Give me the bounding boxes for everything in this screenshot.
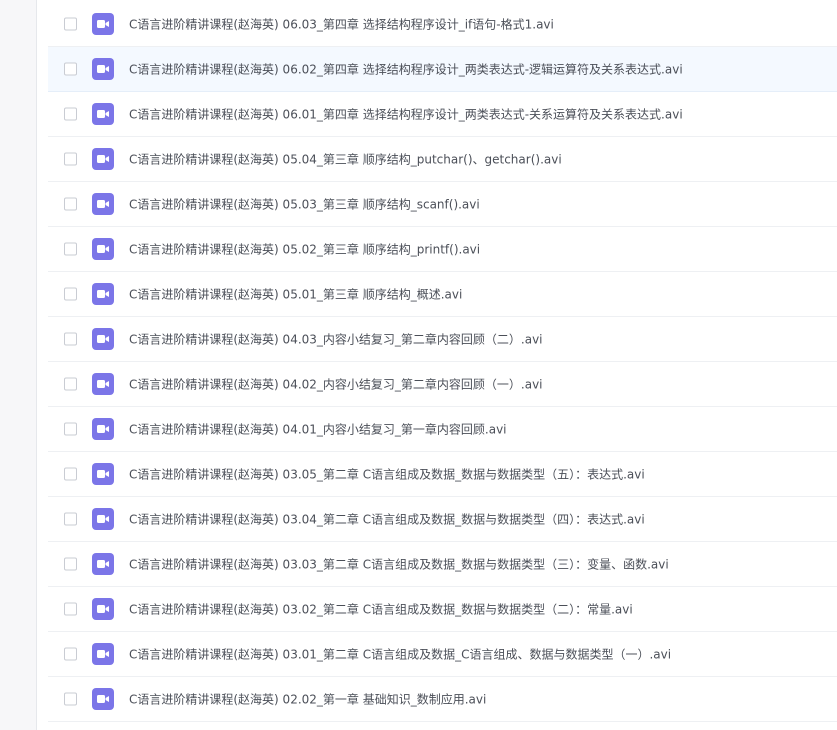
video-file-icon [92,508,114,530]
file-name[interactable]: C语言进阶精讲课程(赵海英) 06.01_第四章 选择结构程序设计_两类表达式-… [129,106,683,123]
video-file-icon [92,643,114,665]
row-checkbox[interactable] [64,647,77,661]
file-row[interactable]: C语言进阶精讲课程(赵海英) 06.01_第四章 选择结构程序设计_两类表达式-… [48,92,837,137]
row-checkbox[interactable] [64,422,77,436]
row-checkbox[interactable] [64,602,77,616]
file-name[interactable]: C语言进阶精讲课程(赵海英) 03.05_第二章 C语言组成及数据_数据与数据类… [129,466,645,483]
video-file-icon [92,373,114,395]
file-row[interactable]: C语言进阶精讲课程(赵海英) 03.03_第二章 C语言组成及数据_数据与数据类… [48,542,837,587]
file-row[interactable]: C语言进阶精讲课程(赵海英) 02.02_第一章 基础知识_数制应用.avi [48,677,837,722]
file-row[interactable]: C语言进阶精讲课程(赵海英) 03.04_第二章 C语言组成及数据_数据与数据类… [48,497,837,542]
row-checkbox[interactable] [64,332,77,346]
video-file-icon [92,463,114,485]
video-file-icon [92,238,114,260]
file-list: C语言进阶精讲课程(赵海英) 06.03_第四章 选择结构程序设计_if语句-格… [48,2,837,722]
file-name[interactable]: C语言进阶精讲课程(赵海英) 02.02_第一章 基础知识_数制应用.avi [129,691,486,708]
video-file-icon [92,328,114,350]
file-name[interactable]: C语言进阶精讲课程(赵海英) 05.02_第三章 顺序结构_printf().a… [129,241,480,258]
video-file-icon [92,553,114,575]
row-checkbox[interactable] [64,557,77,571]
file-name[interactable]: C语言进阶精讲课程(赵海英) 04.02_内容小结复习_第二章内容回顾（一）.a… [129,376,543,393]
file-name[interactable]: C语言进阶精讲课程(赵海英) 06.03_第四章 选择结构程序设计_if语句-格… [129,16,554,33]
file-row[interactable]: C语言进阶精讲课程(赵海英) 05.04_第三章 顺序结构_putchar()、… [48,137,837,182]
row-checkbox[interactable] [64,107,77,121]
file-row[interactable]: C语言进阶精讲课程(赵海英) 03.02_第二章 C语言组成及数据_数据与数据类… [48,587,837,632]
video-file-icon [92,148,114,170]
file-name[interactable]: C语言进阶精讲课程(赵海英) 03.02_第二章 C语言组成及数据_数据与数据类… [129,601,633,618]
file-name[interactable]: C语言进阶精讲课程(赵海英) 04.01_内容小结复习_第一章内容回顾.avi [129,421,507,438]
file-row[interactable]: C语言进阶精讲课程(赵海英) 05.02_第三章 顺序结构_printf().a… [48,227,837,272]
row-checkbox[interactable] [64,512,77,526]
row-checkbox[interactable] [64,62,77,76]
file-name[interactable]: C语言进阶精讲课程(赵海英) 05.03_第三章 顺序结构_scanf().av… [129,196,480,213]
file-manager: C语言进阶精讲课程(赵海英) 06.03_第四章 选择结构程序设计_if语句-格… [0,0,837,730]
file-name[interactable]: C语言进阶精讲课程(赵海英) 05.04_第三章 顺序结构_putchar()、… [129,151,562,168]
file-name[interactable]: C语言进阶精讲课程(赵海英) 03.01_第二章 C语言组成及数据_C语言组成、… [129,646,671,663]
row-checkbox[interactable] [64,17,77,31]
row-checkbox[interactable] [64,467,77,481]
file-name[interactable]: C语言进阶精讲课程(赵海英) 05.01_第三章 顺序结构_概述.avi [129,286,462,303]
file-row[interactable]: C语言进阶精讲课程(赵海英) 04.02_内容小结复习_第二章内容回顾（一）.a… [48,362,837,407]
file-name[interactable]: C语言进阶精讲课程(赵海英) 03.03_第二章 C语言组成及数据_数据与数据类… [129,556,669,573]
video-file-icon [92,58,114,80]
file-row[interactable]: C语言进阶精讲课程(赵海英) 04.03_内容小结复习_第二章内容回顾（二）.a… [48,317,837,362]
row-checkbox[interactable] [64,152,77,166]
file-row[interactable]: C语言进阶精讲课程(赵海英) 05.01_第三章 顺序结构_概述.avi [48,272,837,317]
video-file-icon [92,283,114,305]
row-checkbox[interactable] [64,197,77,211]
row-checkbox[interactable] [64,242,77,256]
video-file-icon [92,418,114,440]
file-name[interactable]: C语言进阶精讲课程(赵海英) 03.04_第二章 C语言组成及数据_数据与数据类… [129,511,645,528]
file-name[interactable]: C语言进阶精讲课程(赵海英) 06.02_第四章 选择结构程序设计_两类表达式-… [129,61,683,78]
video-file-icon [92,103,114,125]
row-checkbox[interactable] [64,377,77,391]
video-file-icon [92,688,114,710]
video-file-icon [92,13,114,35]
file-name[interactable]: C语言进阶精讲课程(赵海英) 04.03_内容小结复习_第二章内容回顾（二）.a… [129,331,543,348]
file-row[interactable]: C语言进阶精讲课程(赵海英) 06.02_第四章 选择结构程序设计_两类表达式-… [48,47,837,92]
video-file-icon [92,193,114,215]
file-row[interactable]: C语言进阶精讲课程(赵海英) 03.05_第二章 C语言组成及数据_数据与数据类… [48,452,837,497]
file-row[interactable]: C语言进阶精讲课程(赵海英) 06.03_第四章 选择结构程序设计_if语句-格… [48,2,837,47]
video-file-icon [92,598,114,620]
file-row[interactable]: C语言进阶精讲课程(赵海英) 03.01_第二章 C语言组成及数据_C语言组成、… [48,632,837,677]
row-checkbox[interactable] [64,692,77,706]
file-row[interactable]: C语言进阶精讲课程(赵海英) 04.01_内容小结复习_第一章内容回顾.avi [48,407,837,452]
left-sidebar-strip [0,0,37,730]
row-checkbox[interactable] [64,287,77,301]
file-row[interactable]: C语言进阶精讲课程(赵海英) 05.03_第三章 顺序结构_scanf().av… [48,182,837,227]
